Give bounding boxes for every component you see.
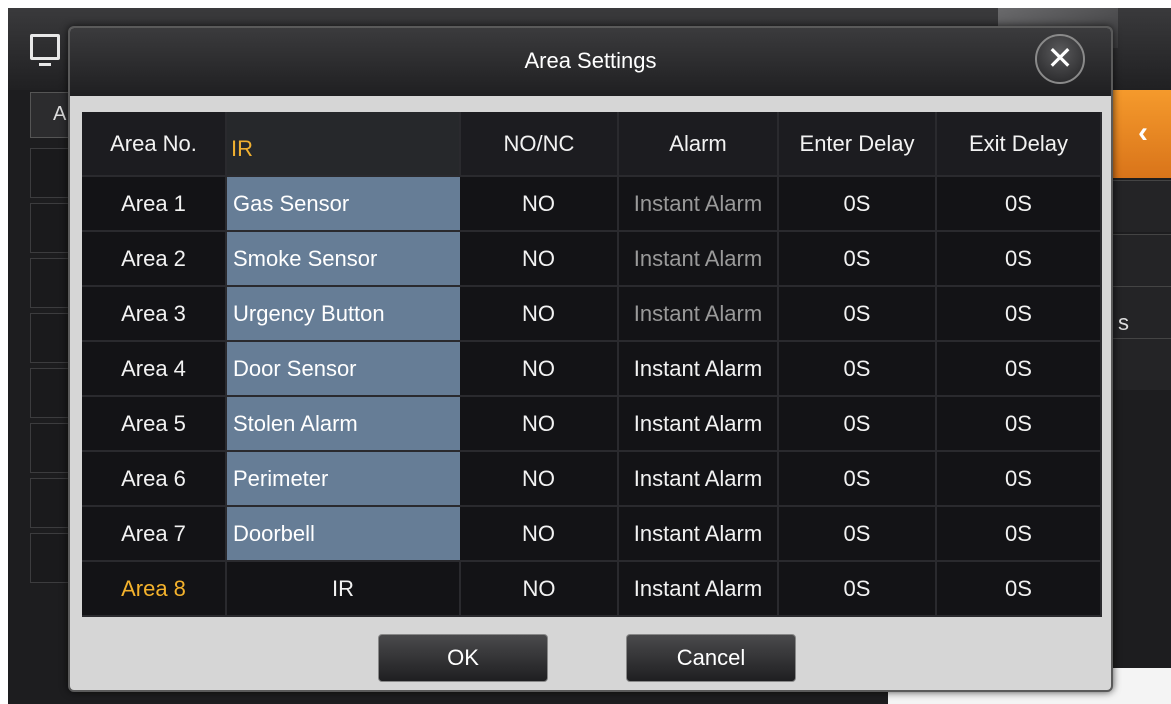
nonc-value[interactable]: NO (460, 561, 619, 617)
column-header-enter-delay: Enter Delay (778, 112, 937, 177)
table-row[interactable]: Area 2 Smoke Sensor NO Instant Alarm 0S … (82, 231, 1102, 287)
area-number: Area 4 (82, 341, 227, 397)
background-right-row[interactable] (1112, 180, 1171, 232)
nonc-value[interactable]: NO (460, 231, 619, 287)
area-number: Area 1 (82, 176, 227, 232)
table-row[interactable]: Area 1 Gas Sensor NO Instant Alarm 0S 0S (82, 176, 1102, 232)
alarm-value[interactable]: Instant Alarm (618, 176, 779, 232)
table-row-selected[interactable]: Area 8 IR NO Instant Alarm 0S 0S (82, 561, 1102, 617)
nonc-value[interactable]: NO (460, 451, 619, 507)
sensor-type-option[interactable]: Smoke Sensor (226, 231, 460, 287)
enter-delay-value[interactable]: 0S (778, 451, 937, 507)
sensor-type-option[interactable]: Doorbell (226, 506, 460, 562)
dialog-header: Area Settings ✕ (70, 28, 1111, 96)
exit-delay-value[interactable]: 0S (936, 286, 1102, 342)
column-header-area-no: Area No. (82, 112, 227, 177)
column-header-exit-delay: Exit Delay (936, 112, 1102, 177)
area-number: Area 8 (82, 561, 227, 617)
sensor-type-option[interactable]: Urgency Button (226, 286, 460, 342)
sensor-type-option[interactable]: Perimeter (226, 451, 460, 507)
background-right-row[interactable] (1112, 234, 1171, 286)
exit-delay-value[interactable]: 0S (936, 396, 1102, 452)
table-row[interactable]: Area 5 Stolen Alarm NO Instant Alarm 0S … (82, 396, 1102, 452)
column-header-alarm: Alarm (618, 112, 779, 177)
close-button[interactable]: ✕ (1035, 34, 1085, 84)
area-number: Area 3 (82, 286, 227, 342)
ok-button[interactable]: OK (378, 634, 548, 682)
close-icon: ✕ (1046, 40, 1074, 76)
background-left-tab-label: A (53, 103, 67, 125)
exit-delay-value[interactable]: 0S (936, 341, 1102, 397)
cancel-button[interactable]: Cancel (626, 634, 796, 682)
table-row[interactable]: Area 3 Urgency Button NO Instant Alarm 0… (82, 286, 1102, 342)
alarm-value[interactable]: Instant Alarm (618, 506, 779, 562)
column-header-ir: IR (226, 112, 461, 177)
area-number: Area 6 (82, 451, 227, 507)
nonc-value[interactable]: NO (460, 176, 619, 232)
exit-delay-value[interactable]: 0S (936, 231, 1102, 287)
area-number: Area 5 (82, 396, 227, 452)
enter-delay-value[interactable]: 0S (778, 341, 937, 397)
alarm-value[interactable]: Instant Alarm (618, 231, 779, 287)
area-number: Area 7 (82, 506, 227, 562)
sensor-type-option[interactable]: Gas Sensor (226, 176, 460, 232)
area-number: Area 2 (82, 231, 227, 287)
monitor-icon[interactable] (30, 34, 60, 66)
sensor-type-option[interactable]: Door Sensor (226, 341, 460, 397)
table-header-row: Area No. IR NO/NC Alarm Enter Delay Exit… (82, 112, 1102, 177)
background-right-row[interactable] (1112, 338, 1171, 390)
enter-delay-value[interactable]: 0S (778, 396, 937, 452)
sensor-type-value[interactable]: IR (226, 561, 461, 617)
enter-delay-value[interactable]: 0S (778, 561, 937, 617)
back-button[interactable]: ‹ (1112, 90, 1171, 178)
nonc-value[interactable]: NO (460, 396, 619, 452)
area-settings-dialog: Area Settings ✕ Area No. IR NO/NC Alarm … (68, 26, 1113, 692)
nonc-value[interactable]: NO (460, 341, 619, 397)
enter-delay-value[interactable]: 0S (778, 286, 937, 342)
alarm-value[interactable]: Instant Alarm (618, 286, 779, 342)
area-table: Area No. IR NO/NC Alarm Enter Delay Exit… (82, 112, 1102, 617)
background-right-text: s (1118, 310, 1129, 335)
table-row[interactable]: Area 4 Door Sensor NO Instant Alarm 0S 0… (82, 341, 1102, 397)
nonc-value[interactable]: NO (460, 506, 619, 562)
chevron-left-icon: ‹ (1138, 116, 1148, 149)
alarm-value[interactable]: Instant Alarm (618, 561, 779, 617)
enter-delay-value[interactable]: 0S (778, 506, 937, 562)
alarm-value[interactable]: Instant Alarm (618, 451, 779, 507)
exit-delay-value[interactable]: 0S (936, 176, 1102, 232)
enter-delay-value[interactable]: 0S (778, 231, 937, 287)
exit-delay-value[interactable]: 0S (936, 506, 1102, 562)
alarm-value[interactable]: Instant Alarm (618, 396, 779, 452)
table-row[interactable]: Area 7 Doorbell NO Instant Alarm 0S 0S (82, 506, 1102, 562)
enter-delay-value[interactable]: 0S (778, 176, 937, 232)
exit-delay-value[interactable]: 0S (936, 451, 1102, 507)
nonc-value[interactable]: NO (460, 286, 619, 342)
dialog-title: Area Settings (524, 48, 657, 73)
alarm-value[interactable]: Instant Alarm (618, 341, 779, 397)
exit-delay-value[interactable]: 0S (936, 561, 1102, 617)
column-header-nonc: NO/NC (460, 112, 619, 177)
sensor-type-option[interactable]: Stolen Alarm (226, 396, 460, 452)
table-row[interactable]: Area 6 Perimeter NO Instant Alarm 0S 0S (82, 451, 1102, 507)
